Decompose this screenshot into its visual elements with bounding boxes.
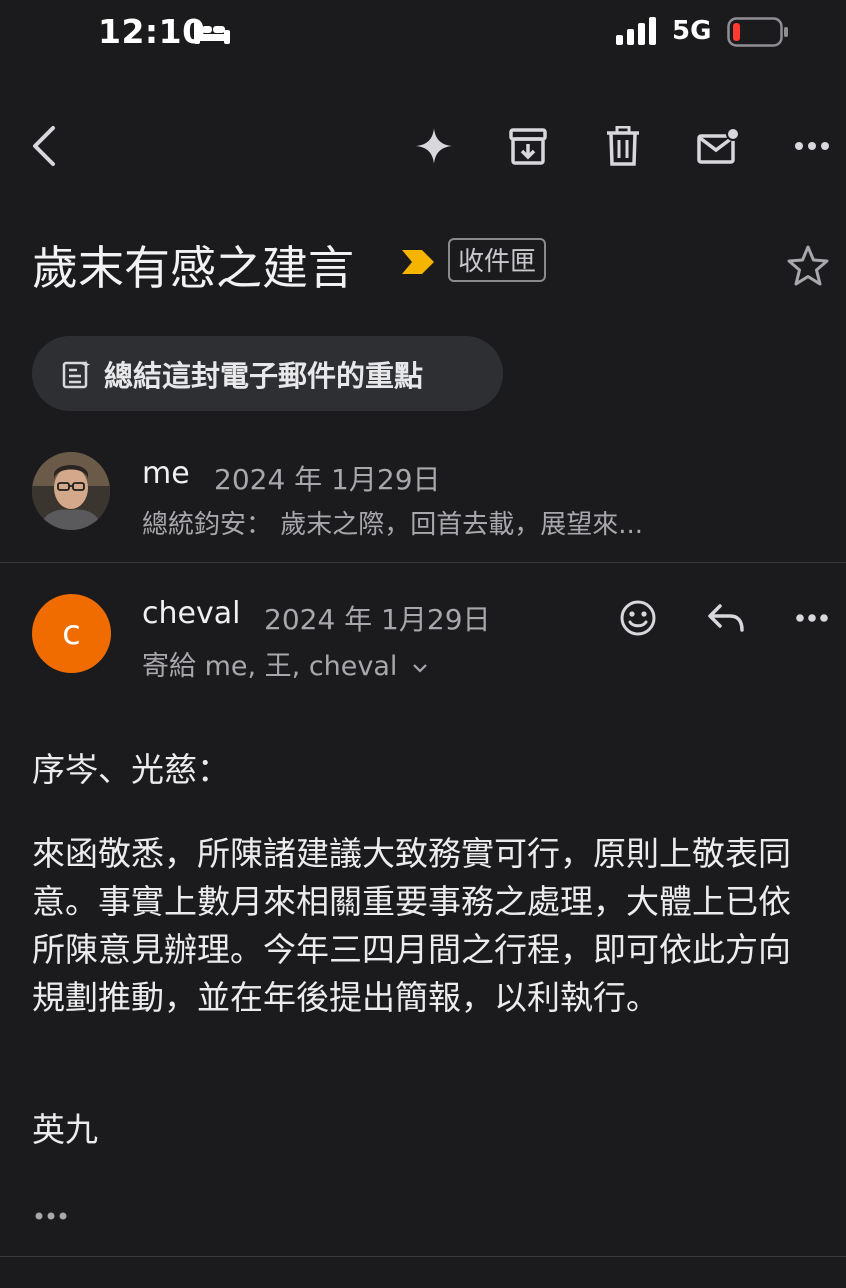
message-divider (0, 562, 846, 563)
sender-name: me (142, 456, 190, 491)
add-reaction-button[interactable] (612, 594, 664, 642)
recipients-toggle[interactable]: 寄給 me, 王, cheval (142, 644, 428, 683)
back-arrow-icon (33, 126, 55, 166)
summarize-email-button[interactable]: 總結這封電子郵件的重點 (32, 336, 503, 411)
bed-icon (194, 22, 230, 44)
more-icon (796, 614, 828, 622)
delete-button[interactable] (593, 110, 653, 182)
network-type: 5G (672, 16, 712, 46)
more-options-button[interactable] (782, 110, 842, 182)
email-screen: 12:10 5G 歲末有感之建言 收件匣 總結這封電子郵件的重點 me 2024… (0, 0, 846, 1288)
archive-icon (509, 128, 547, 165)
star-icon[interactable] (784, 242, 832, 290)
gemini-button[interactable] (404, 110, 464, 182)
mark-unread-icon (697, 127, 740, 164)
message-snippet: 總統鈞安： 歲末之際，回首去載，展望來... (142, 510, 644, 540)
message-date: 2024 年 1月29日 (214, 463, 441, 496)
email-subject: 歲末有感之建言 (32, 241, 354, 295)
chevron-down-icon (413, 663, 427, 673)
summarize-icon (62, 359, 91, 388)
avatar[interactable]: c (32, 594, 111, 673)
sender-name[interactable]: cheval (142, 596, 240, 631)
archive-button[interactable] (498, 110, 558, 182)
cellular-signal-icon (616, 17, 656, 45)
status-time: 12:10 (98, 12, 206, 51)
more-icon (795, 142, 829, 150)
back-button[interactable] (14, 110, 74, 182)
recipients-text: 寄給 me, 王, cheval (142, 651, 398, 682)
trash-icon (607, 126, 639, 166)
show-trimmed-content-icon[interactable] (32, 1206, 72, 1226)
message-signature: 英九 (32, 1110, 98, 1149)
mark-unread-button[interactable] (688, 110, 748, 182)
summarize-label: 總結這封電子郵件的重點 (104, 358, 424, 393)
reply-button[interactable] (700, 594, 752, 642)
important-marker-icon[interactable] (400, 248, 436, 276)
reply-icon (708, 604, 744, 632)
avatar (32, 452, 110, 530)
email-toolbar (0, 110, 846, 182)
status-bar: 12:10 5G (0, 0, 846, 70)
message-date: 2024 年 1月29日 (264, 603, 491, 636)
emoji-icon (620, 600, 656, 636)
user-photo (32, 452, 110, 530)
battery-icon (727, 17, 788, 47)
message-divider (0, 1256, 846, 1257)
inbox-label-chip[interactable]: 收件匣 (448, 238, 547, 282)
message-body: 來函敬悉，所陳諸建議大致務實可行，原則上敬表同意。事實上數月來相關重要事務之處理… (32, 834, 791, 1017)
sparkle-icon (416, 128, 452, 164)
message-more-button[interactable] (786, 594, 838, 642)
message-greeting: 序岑、光慈： (32, 750, 230, 789)
